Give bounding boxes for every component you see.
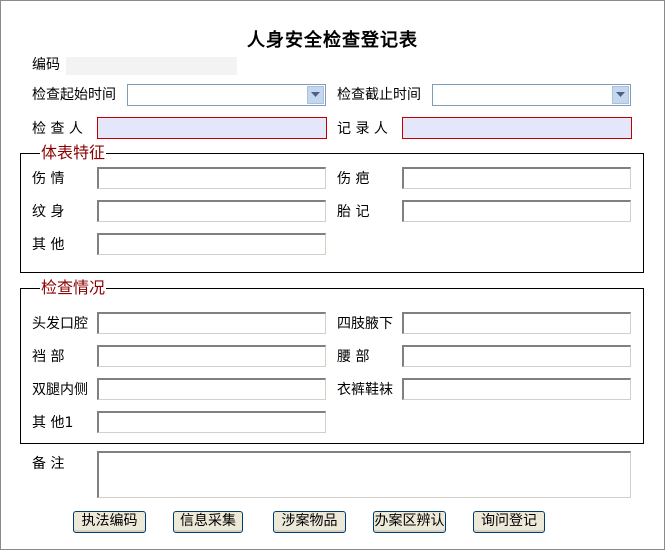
hair-mouth-label: 头发口腔	[32, 316, 88, 332]
other1-label: 其 他1	[32, 415, 74, 431]
end-time-label: 检查截止时间	[337, 87, 421, 103]
waist-input[interactable]	[402, 345, 631, 367]
scar-input[interactable]	[402, 167, 631, 189]
inspection-legend: 检查情况	[40, 278, 107, 297]
recorder-input[interactable]	[402, 117, 632, 139]
info-collection-button[interactable]: 信息采集	[173, 511, 243, 533]
inner-legs-input[interactable]	[97, 378, 326, 400]
limbs-armpit-label: 四肢腋下	[337, 316, 393, 332]
other-input[interactable]	[97, 233, 326, 255]
tattoo-input[interactable]	[97, 200, 326, 222]
waist-label: 腰 部	[337, 349, 370, 365]
other1-input[interactable]	[97, 411, 326, 433]
birthmark-label: 胎 记	[337, 204, 370, 220]
chevron-down-icon[interactable]	[307, 86, 324, 104]
office-area-identify-button[interactable]: 办案区辨认	[373, 511, 446, 533]
tattoo-label: 纹 身	[32, 204, 65, 220]
crotch-input[interactable]	[97, 345, 326, 367]
case-items-button[interactable]: 涉案物品	[273, 511, 346, 533]
code-value	[66, 57, 237, 75]
remarks-label: 备 注	[32, 456, 65, 472]
scar-label: 伤 疤	[337, 171, 370, 187]
inner-legs-label: 双腿内侧	[32, 382, 88, 398]
code-label: 编码	[32, 57, 60, 73]
remarks-textarea[interactable]	[97, 451, 631, 498]
other-label: 其 他	[32, 237, 65, 253]
start-time-label: 检查起始时间	[32, 87, 116, 103]
form-title: 人身安全检查登记表	[247, 30, 418, 51]
recorder-label: 记 录 人	[337, 121, 388, 137]
limbs-armpit-input[interactable]	[402, 312, 631, 334]
inquiry-register-button[interactable]: 询问登记	[473, 511, 545, 533]
injury-label: 伤 情	[32, 171, 65, 187]
crotch-label: 裆 部	[32, 349, 65, 365]
chevron-down-icon[interactable]	[612, 86, 629, 104]
clothing-label: 衣裤鞋袜	[337, 382, 393, 398]
end-time-select[interactable]	[432, 84, 631, 106]
start-time-select[interactable]	[127, 84, 326, 106]
hair-mouth-input[interactable]	[97, 312, 326, 334]
enforcement-code-button[interactable]: 执法编码	[73, 511, 146, 533]
birthmark-input[interactable]	[402, 200, 631, 222]
inspector-input[interactable]	[97, 117, 327, 139]
body-features-legend: 体表特征	[40, 143, 107, 162]
inspector-label: 检 查 人	[32, 121, 83, 137]
clothing-input[interactable]	[402, 378, 631, 400]
injury-input[interactable]	[97, 167, 326, 189]
